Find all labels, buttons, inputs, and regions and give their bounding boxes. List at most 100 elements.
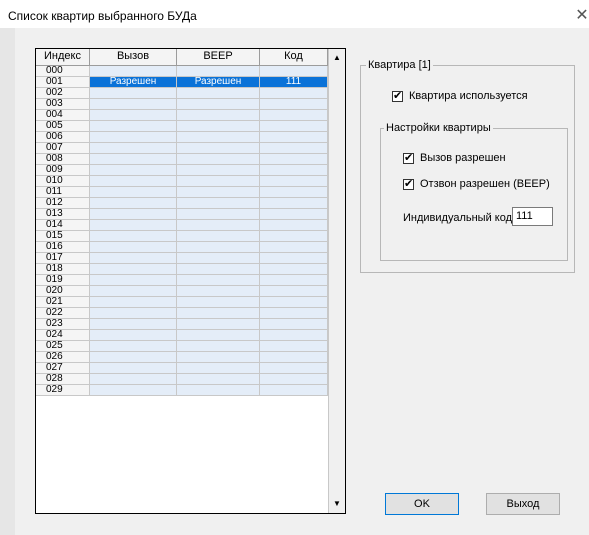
- exit-button[interactable]: Выход: [486, 493, 560, 515]
- row-call-cell: [90, 352, 177, 363]
- table-row[interactable]: 016: [36, 242, 328, 253]
- table-row[interactable]: 002: [36, 88, 328, 99]
- close-icon[interactable]: ✕: [575, 5, 589, 25]
- row-code-cell: [260, 374, 328, 385]
- row-call-cell: [90, 165, 177, 176]
- row-code-cell: [260, 132, 328, 143]
- table-row[interactable]: 000: [36, 66, 328, 77]
- row-beep-cell: [177, 121, 260, 132]
- row-index-cell: 010: [36, 176, 90, 187]
- row-call-cell: [90, 341, 177, 352]
- row-call-cell: [90, 209, 177, 220]
- ok-button[interactable]: OK: [385, 493, 459, 515]
- table-row[interactable]: 004: [36, 110, 328, 121]
- row-beep-cell: [177, 308, 260, 319]
- table-row[interactable]: 028: [36, 374, 328, 385]
- row-index-cell: 026: [36, 352, 90, 363]
- table-row[interactable]: 015: [36, 231, 328, 242]
- row-index-cell: 029: [36, 385, 90, 396]
- table-row[interactable]: 022: [36, 308, 328, 319]
- table-row[interactable]: 023: [36, 319, 328, 330]
- apartment-used-label: Квартира используется: [409, 90, 528, 102]
- table-row[interactable]: 012: [36, 198, 328, 209]
- row-index-cell: 025: [36, 341, 90, 352]
- row-beep-cell: [177, 297, 260, 308]
- individual-code-input[interactable]: 111: [512, 207, 553, 226]
- table-row[interactable]: 029: [36, 385, 328, 396]
- table-row[interactable]: 003: [36, 99, 328, 110]
- row-index-cell: 027: [36, 363, 90, 374]
- table-row[interactable]: 025: [36, 341, 328, 352]
- row-call-cell: [90, 132, 177, 143]
- column-header-code[interactable]: Код: [260, 49, 328, 66]
- row-index-cell: 020: [36, 286, 90, 297]
- table-row[interactable]: 001 Разрешен Разрешен 111: [36, 77, 328, 88]
- apartments-table[interactable]: Индекс Вызов BEEP Код 000 001 Разрешен Разр…: [35, 48, 346, 514]
- apartment-settings-legend: Настройки квартиры: [384, 122, 493, 134]
- table-row[interactable]: 011: [36, 187, 328, 198]
- table-row[interactable]: 019: [36, 275, 328, 286]
- table-row[interactable]: 024: [36, 330, 328, 341]
- scroll-down-icon[interactable]: ▼: [329, 496, 345, 512]
- row-call-cell: [90, 154, 177, 165]
- scroll-up-icon[interactable]: ▲: [329, 50, 345, 66]
- row-index-cell: 016: [36, 242, 90, 253]
- row-index-cell: 008: [36, 154, 90, 165]
- column-header-beep[interactable]: BEEP: [177, 49, 260, 66]
- column-header-index[interactable]: Индекс: [36, 49, 90, 66]
- row-index-cell: 024: [36, 330, 90, 341]
- table-row[interactable]: 010: [36, 176, 328, 187]
- apartment-group: Квартира [1] Квартира используется Настр…: [360, 59, 575, 273]
- row-beep-cell: [177, 231, 260, 242]
- row-beep-cell: [177, 99, 260, 110]
- column-header-call[interactable]: Вызов: [90, 49, 177, 66]
- row-code-cell: [260, 242, 328, 253]
- row-beep-cell: [177, 352, 260, 363]
- row-code-cell: [260, 220, 328, 231]
- row-index-cell: 003: [36, 99, 90, 110]
- row-index-cell: 028: [36, 374, 90, 385]
- vertical-scrollbar[interactable]: ▲ ▼: [328, 49, 345, 513]
- checkbox-checked-icon[interactable]: [392, 89, 403, 102]
- table-row[interactable]: 005: [36, 121, 328, 132]
- row-beep-cell: [177, 198, 260, 209]
- row-code-cell: [260, 187, 328, 198]
- row-index-cell: 023: [36, 319, 90, 330]
- table-row[interactable]: 027: [36, 363, 328, 374]
- table-row[interactable]: 021: [36, 297, 328, 308]
- row-beep-cell: [177, 253, 260, 264]
- row-code-cell: [260, 209, 328, 220]
- call-allowed-checkbox[interactable]: Вызов разрешен: [403, 151, 506, 164]
- row-beep-cell: [177, 209, 260, 220]
- beep-allowed-label: Отзвон разрешен (BEEP): [420, 178, 550, 190]
- table-row[interactable]: 026: [36, 352, 328, 363]
- table-row[interactable]: 013: [36, 209, 328, 220]
- table-row[interactable]: 017: [36, 253, 328, 264]
- row-call-cell: [90, 231, 177, 242]
- table-row[interactable]: 009: [36, 165, 328, 176]
- checkbox-checked-icon[interactable]: [403, 151, 414, 164]
- table-row[interactable]: 006: [36, 132, 328, 143]
- table-row[interactable]: 007: [36, 143, 328, 154]
- row-index-cell: 000: [36, 66, 90, 77]
- table-row[interactable]: 008: [36, 154, 328, 165]
- row-call-cell: [90, 66, 177, 77]
- beep-allowed-checkbox[interactable]: Отзвон разрешен (BEEP): [403, 177, 550, 190]
- row-beep-cell: [177, 363, 260, 374]
- row-beep-cell: [177, 242, 260, 253]
- row-index-cell: 015: [36, 231, 90, 242]
- table-row[interactable]: 018: [36, 264, 328, 275]
- table-row[interactable]: 014: [36, 220, 328, 231]
- apartment-used-checkbox[interactable]: Квартира используется: [392, 89, 528, 102]
- row-index-cell: 004: [36, 110, 90, 121]
- row-code-cell: [260, 264, 328, 275]
- row-index-cell: 001: [36, 77, 90, 88]
- checkbox-checked-icon[interactable]: [403, 177, 414, 190]
- row-code-cell: [260, 165, 328, 176]
- row-code-cell: [260, 286, 328, 297]
- apartment-settings-group: Настройки квартиры Вызов разрешен Отзвон…: [380, 122, 568, 261]
- row-call-cell: [90, 319, 177, 330]
- row-beep-cell: [177, 319, 260, 330]
- row-beep-cell: [177, 220, 260, 231]
- table-row[interactable]: 020: [36, 286, 328, 297]
